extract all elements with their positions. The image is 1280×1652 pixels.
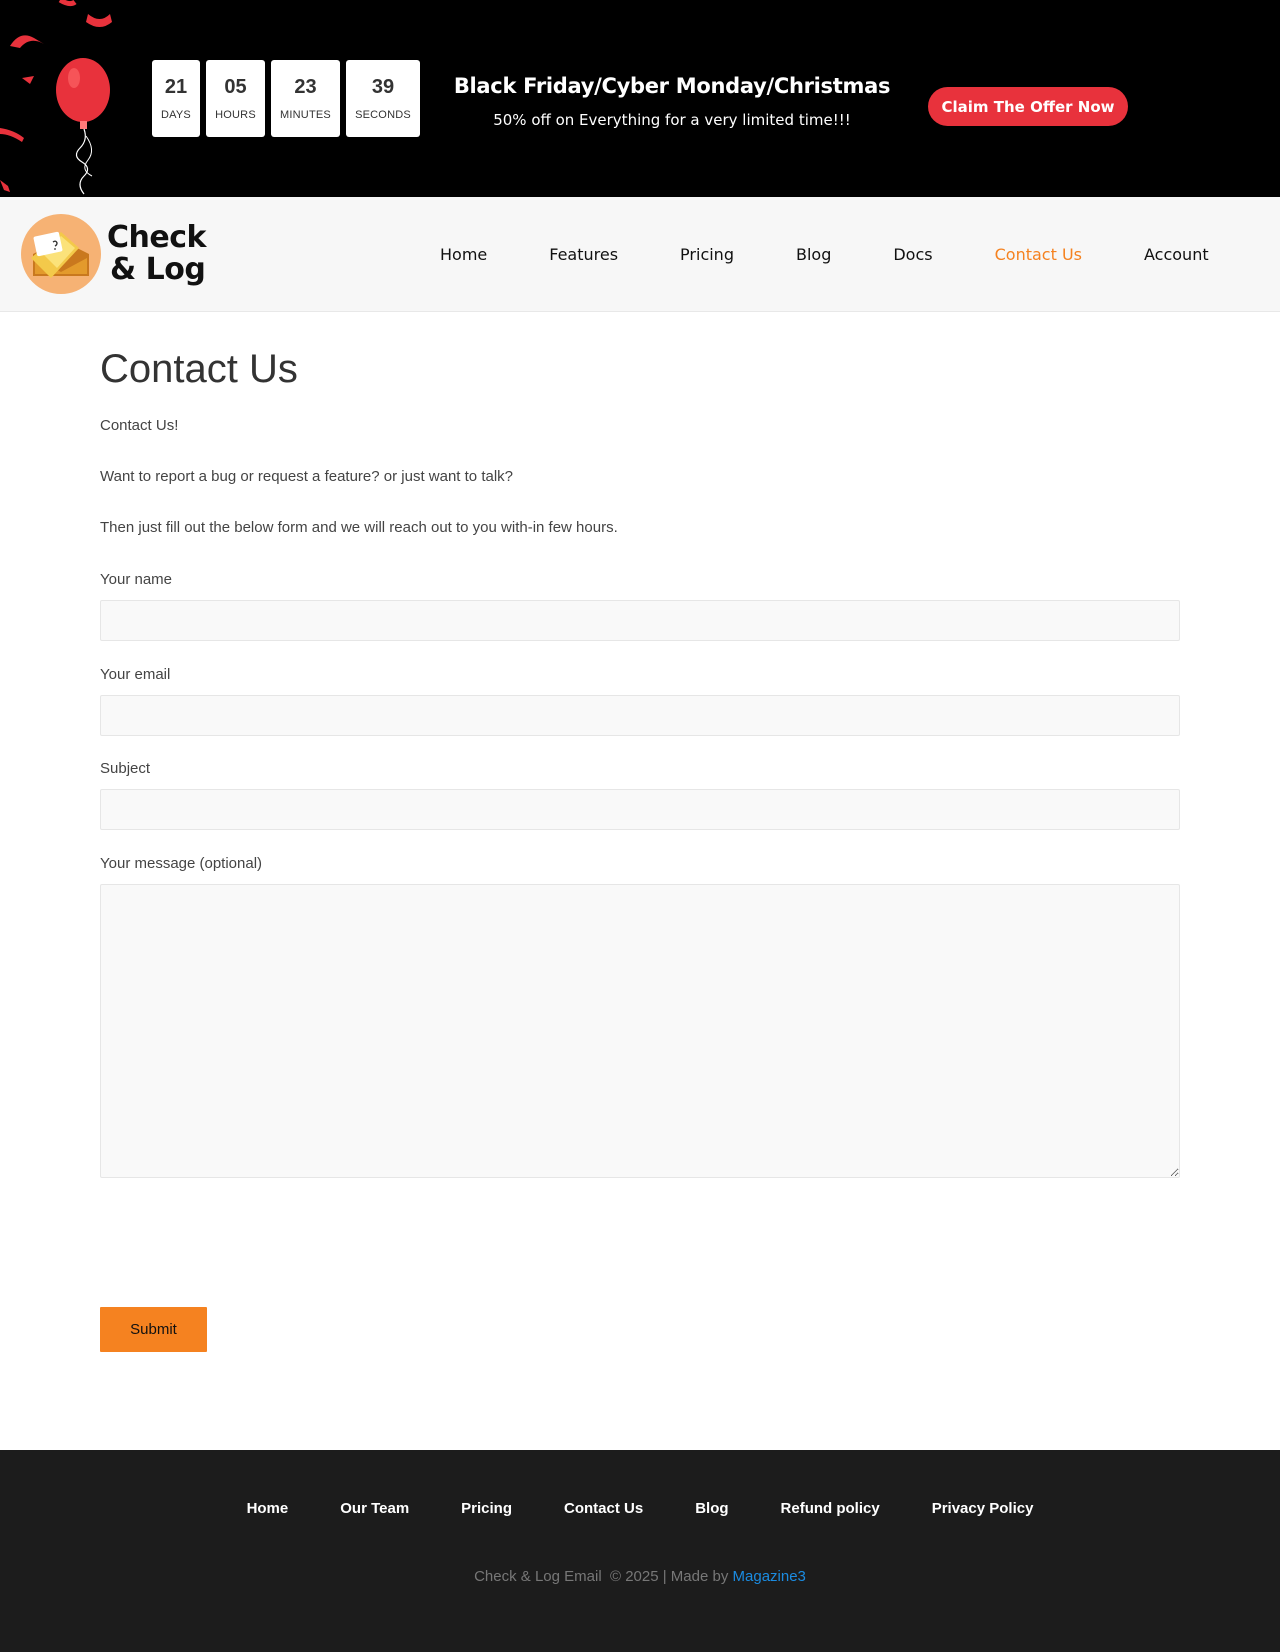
promo-title: Black Friday/Cyber Monday/Christmas [453, 74, 891, 98]
countdown-minutes: 23 MINUTES [271, 60, 340, 137]
footer-nav-blog[interactable]: Blog [695, 1500, 728, 1517]
logo-line-1: Check [107, 220, 206, 255]
submit-button[interactable]: Submit [100, 1307, 207, 1352]
nav-home[interactable]: Home [440, 245, 487, 264]
subject-label: Subject [100, 760, 151, 777]
site-logo[interactable]: Check & Log [21, 214, 206, 294]
intro-text-2: Want to report a bug or request a featur… [100, 468, 514, 485]
site-footer: Home Our Team Pricing Contact Us Blog Re… [0, 1450, 1280, 1652]
nav-account[interactable]: Account [1144, 245, 1209, 264]
message-textarea[interactable] [100, 884, 1180, 1178]
countdown-days: 21 DAYS [152, 60, 200, 137]
countdown-hours-value: 05 [224, 75, 247, 98]
footer-nav-home[interactable]: Home [247, 1500, 289, 1517]
countdown-minutes-label: MINUTES [280, 108, 331, 121]
nav-pricing[interactable]: Pricing [680, 245, 734, 264]
footer-nav: Home Our Team Pricing Contact Us Blog Re… [0, 1500, 1280, 1517]
intro-text-3: Then just fill out the below form and we… [100, 519, 618, 536]
countdown-seconds-label: SECONDS [355, 108, 411, 121]
balloon-confetti-decoration [0, 0, 112, 195]
logo-envelope-icon [21, 214, 101, 294]
claim-offer-button[interactable]: Claim The Offer Now [928, 87, 1128, 126]
countdown-seconds-value: 39 [371, 75, 395, 98]
copyright-text: Check & Log Email © 2025 | Made by [474, 1568, 733, 1585]
countdown-minutes-value: 23 [294, 75, 317, 98]
copyright: Check & Log Email © 2025 | Made by Magaz… [0, 1568, 1280, 1585]
name-label: Your name [100, 571, 172, 588]
page-title: Contact Us [100, 347, 298, 391]
subject-input[interactable] [100, 789, 1180, 830]
countdown-hours: 05 HOURS [206, 60, 265, 137]
site-header: Check & Log Home Features Pricing Blog D… [0, 197, 1280, 312]
countdown-hours-label: HOURS [215, 108, 256, 121]
footer-nav-our-team[interactable]: Our Team [340, 1500, 409, 1517]
intro-text-1: Contact Us! [100, 417, 179, 434]
email-label: Your email [100, 666, 171, 683]
countdown-timer: 21 DAYS 05 HOURS 23 MINUTES 39 SECONDS [152, 60, 420, 137]
promo-subtitle: 50% off on Everything for a very limited… [493, 111, 851, 129]
email-input[interactable] [100, 695, 1180, 736]
logo-line-2: & Log [110, 252, 206, 287]
message-label: Your message (optional) [100, 855, 263, 872]
footer-nav-privacy-policy[interactable]: Privacy Policy [932, 1500, 1034, 1517]
logo-wordmark: Check & Log [107, 222, 206, 286]
countdown-days-label: DAYS [161, 108, 191, 121]
name-input[interactable] [100, 600, 1180, 641]
main-content: Contact Us Contact Us! Want to report a … [100, 312, 1180, 1352]
footer-nav-refund-policy[interactable]: Refund policy [781, 1500, 880, 1517]
nav-contact-us[interactable]: Contact Us [995, 245, 1082, 264]
nav-blog[interactable]: Blog [796, 245, 831, 264]
countdown-days-value: 21 [164, 75, 188, 98]
countdown-seconds: 39 SECONDS [346, 60, 420, 137]
credit-link[interactable]: Magazine3 [733, 1568, 806, 1585]
footer-nav-contact-us[interactable]: Contact Us [564, 1500, 643, 1517]
footer-nav-pricing[interactable]: Pricing [461, 1500, 512, 1517]
promo-banner: 21 DAYS 05 HOURS 23 MINUTES 39 SECONDS B… [0, 0, 1280, 197]
nav-features[interactable]: Features [549, 245, 618, 264]
nav-docs[interactable]: Docs [893, 245, 932, 264]
main-nav: Home Features Pricing Blog Docs Contact … [440, 197, 1209, 312]
